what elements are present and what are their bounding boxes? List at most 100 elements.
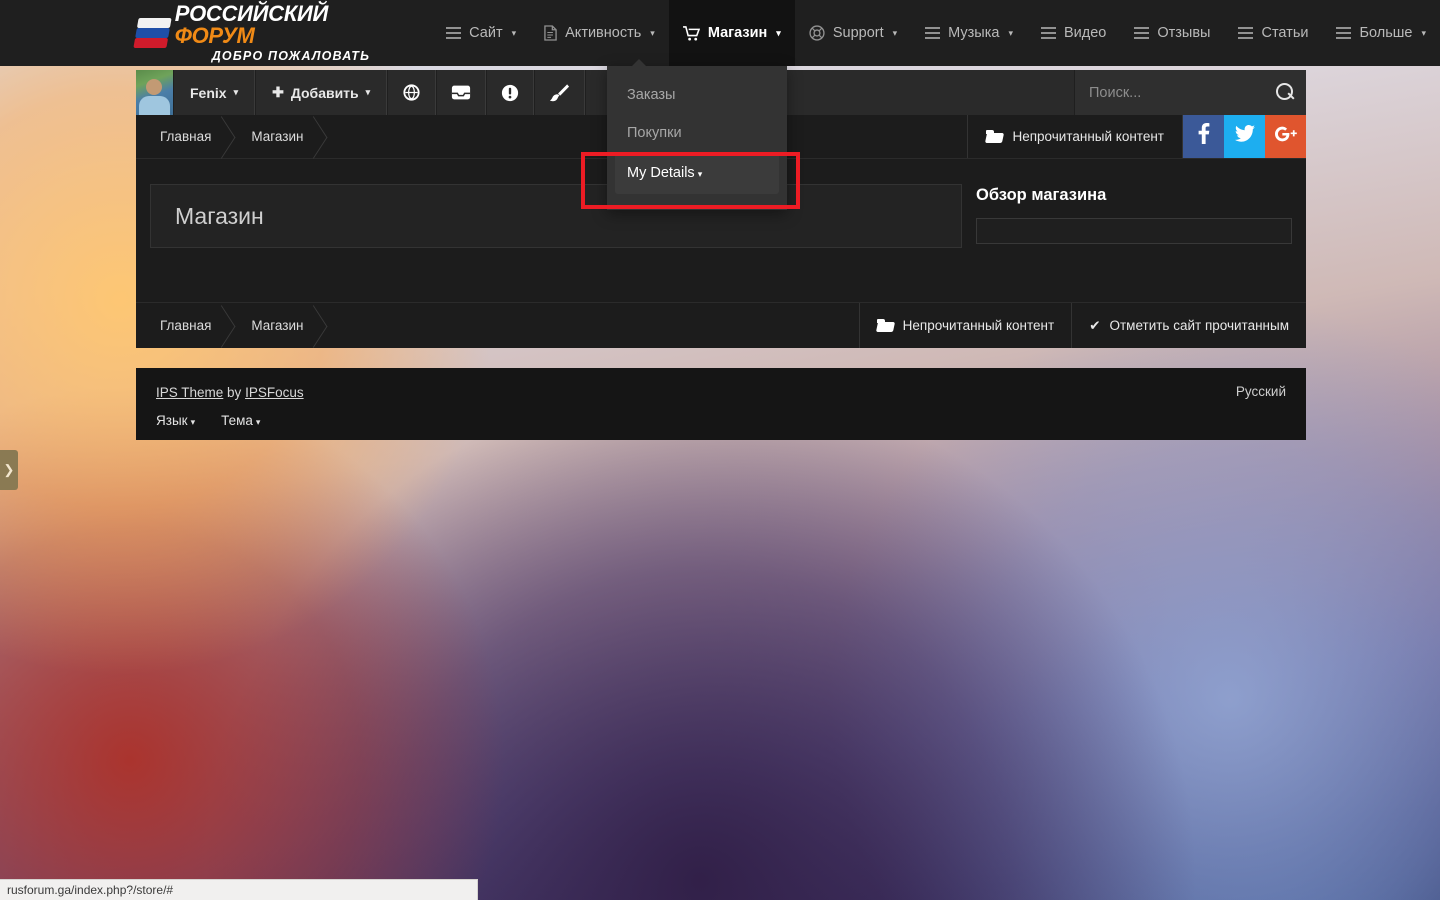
- breadcrumb: Главная Магазин: [136, 115, 967, 158]
- add-label: Добавить: [290, 84, 359, 101]
- dropdown-item-заказы[interactable]: Заказы: [607, 76, 787, 114]
- chevron-down-icon: ▾: [233, 87, 239, 97]
- social-buttons: [1183, 115, 1306, 158]
- dropdown-item-label: Заказы: [627, 87, 676, 103]
- bars-icon: [925, 27, 941, 39]
- warning-icon[interactable]: [486, 70, 535, 115]
- store-dropdown-menu: Заказы Покупки My Details ▾: [607, 59, 787, 210]
- dropdown-item-покупки[interactable]: Покупки: [607, 114, 787, 152]
- nav-item-support[interactable]: Support ▾: [795, 0, 911, 66]
- check-icon: ✔: [1089, 317, 1101, 333]
- unread-content-button-bottom[interactable]: Непрочитанный контент: [858, 303, 1072, 348]
- add-button[interactable]: ✚ Добавить ▾: [255, 70, 388, 115]
- inbox-icon-glyph: [452, 85, 471, 100]
- bars-icon: [1040, 27, 1056, 39]
- nav-item-активность[interactable]: Активность ▾: [530, 0, 669, 66]
- nav-item-магазин[interactable]: Магазин ▾: [668, 0, 795, 66]
- site-logo[interactable]: РОССИЙСКИЙ ФОРУМ ДОБРО ПОЖАЛОВАТЬ: [133, 3, 370, 63]
- brush-icon-glyph: [550, 84, 570, 102]
- breadcrumb-item[interactable]: Магазин: [233, 304, 325, 348]
- store-overview-column: Обзор магазина: [976, 184, 1292, 248]
- breadcrumb-bottom: Главная Магазин: [136, 303, 859, 348]
- sidebar-heading: Обзор магазина: [976, 186, 1107, 204]
- chevron-down-icon: ▾: [255, 417, 261, 427]
- search-box[interactable]: [1074, 70, 1306, 115]
- nav-item-label: Support: [832, 25, 884, 41]
- globe-icon[interactable]: [387, 70, 437, 115]
- nav-item-статьи[interactable]: Статьи: [1224, 0, 1322, 66]
- breadcrumb-item[interactable]: Магазин: [233, 115, 325, 159]
- lifebuoy-icon: [809, 25, 825, 41]
- brush-icon[interactable]: [534, 70, 586, 115]
- footer-credit: IPS Theme by IPSFocus: [156, 384, 304, 402]
- top-navigation-bar: РОССИЙСКИЙ ФОРУМ ДОБРО ПОЖАЛОВАТЬ Сайт ▾ А…: [0, 0, 1440, 66]
- globe-icon-glyph: [403, 84, 420, 101]
- inbox-icon[interactable]: [436, 70, 487, 115]
- russian-flag-icon: [133, 18, 172, 48]
- nav-item-больше[interactable]: Больше ▾: [1322, 0, 1440, 66]
- search-icon[interactable]: [1276, 83, 1294, 102]
- bars-icon: [1336, 27, 1352, 39]
- chevron-down-icon: ▾: [650, 27, 655, 38]
- facebook-button[interactable]: [1183, 115, 1224, 158]
- main-menu: Сайт ▾ Активность ▾ Магазин ▾ Support ▾ Музыка ▾ В…: [432, 0, 1440, 66]
- nav-item-label: Видео: [1063, 25, 1107, 41]
- warning-icon-glyph: [502, 84, 519, 101]
- twitter-button[interactable]: [1224, 115, 1265, 158]
- site-footer: IPS Theme by IPSFocus Язык ▾ Тема ▾ Русски…: [136, 368, 1306, 440]
- footer-left: IPS Theme by IPSFocus Язык ▾ Тема ▾: [156, 384, 304, 428]
- side-panel-toggle[interactable]: ❯: [0, 450, 18, 490]
- avatar[interactable]: [136, 70, 173, 115]
- theme-label: Тема: [221, 413, 253, 428]
- dropdown-item-label: My Details: [627, 165, 695, 181]
- current-language-label[interactable]: Русский: [1236, 384, 1286, 424]
- chevron-down-icon: ▾: [1008, 27, 1013, 38]
- chevron-down-icon: ▾: [697, 169, 703, 179]
- nav-item-label: Отзывы: [1157, 25, 1211, 41]
- logo-line1-orange: ФОРУМ: [174, 23, 255, 49]
- ips-theme-link[interactable]: IPS Theme: [156, 385, 223, 400]
- footer-by-text: by: [223, 385, 246, 400]
- nav-item-label: Статьи: [1261, 25, 1309, 41]
- cart-icon: [682, 25, 700, 41]
- unread-label-top: Непрочитанный контент: [1012, 129, 1164, 144]
- nav-item-отзывы[interactable]: Отзывы: [1120, 0, 1224, 66]
- chevron-down-icon: ▾: [365, 87, 371, 97]
- language-label: Язык: [156, 413, 188, 428]
- twitter-icon: [1234, 125, 1255, 148]
- status-url: rusforum.ga/index.php?/store/#: [7, 883, 174, 897]
- googleplus-button[interactable]: [1265, 115, 1306, 158]
- username-label: Fenix: [190, 84, 227, 101]
- user-menu-button[interactable]: Fenix ▾: [173, 70, 256, 115]
- search-input[interactable]: [1089, 84, 1276, 101]
- nav-item-label: Больше: [1359, 25, 1413, 41]
- ipsfocus-link[interactable]: IPSFocus: [245, 385, 304, 400]
- folder-icon: [876, 319, 894, 332]
- bars-icon: [1134, 27, 1150, 39]
- nav-item-видео[interactable]: Видео: [1027, 0, 1120, 66]
- footer-selectors: Язык ▾ Тема ▾: [156, 413, 304, 428]
- page-title: Магазин: [175, 202, 264, 229]
- mark-site-read-button[interactable]: ✔ Отметить сайт прочитанным: [1071, 303, 1306, 348]
- folder-icon: [986, 130, 1003, 143]
- nav-item-музыка[interactable]: Музыка ▾: [911, 0, 1027, 66]
- breadcrumb-item[interactable]: Главная: [142, 304, 233, 348]
- chevron-down-icon: ▾: [776, 27, 781, 38]
- language-selector[interactable]: Язык ▾: [156, 413, 195, 428]
- nav-item-label: Активность: [565, 25, 642, 41]
- nav-item-сайт[interactable]: Сайт ▾: [432, 0, 530, 66]
- chevron-down-icon: ▾: [1421, 27, 1426, 38]
- chevron-right-icon: ❯: [3, 462, 15, 477]
- store-overview-field[interactable]: [976, 218, 1292, 244]
- unread-content-button-top[interactable]: Непрочитанный контент: [967, 115, 1183, 158]
- nav-item-label: Музыка: [948, 25, 1000, 41]
- dropdown-item-my-details[interactable]: My Details ▾: [615, 152, 779, 194]
- unread-label-bottom: Непрочитанный контент: [902, 318, 1055, 333]
- browser-status-bar: rusforum.ga/index.php?/store/#: [0, 879, 478, 900]
- breadcrumb-item[interactable]: Главная: [142, 115, 233, 159]
- panel-spacer: [136, 266, 1306, 302]
- theme-selector[interactable]: Тема ▾: [221, 413, 260, 428]
- facebook-icon: [1198, 123, 1210, 150]
- chevron-down-icon: ▾: [892, 27, 898, 38]
- mark-read-label: Отметить сайт прочитанным: [1109, 318, 1290, 333]
